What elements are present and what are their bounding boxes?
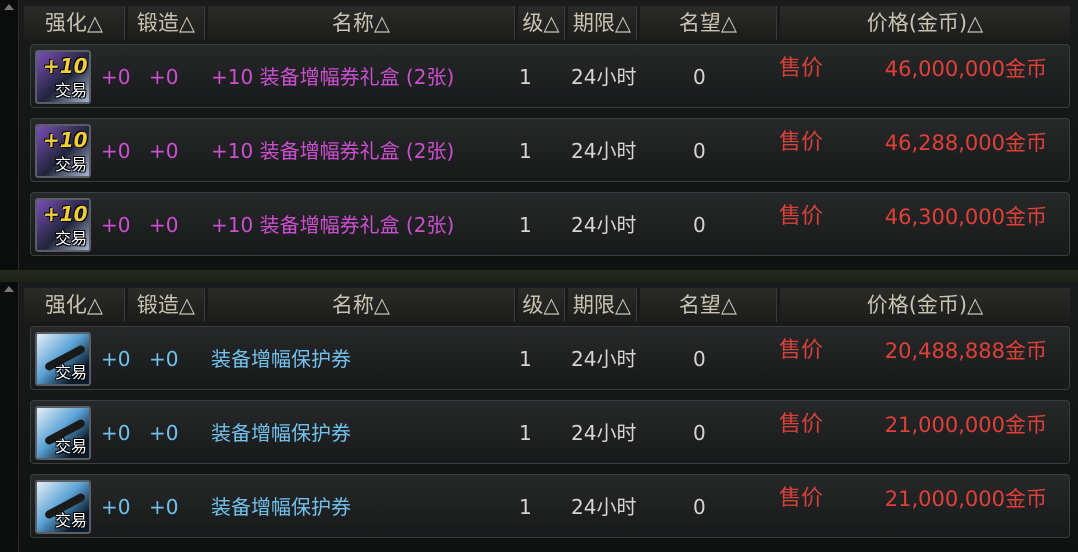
header-enhance[interactable]: 强化△ xyxy=(24,6,125,40)
item-row[interactable]: +10 交易 +0 +0 +10 装备增幅券礼盒 (2张) 1 24小时 0 售价 46,300,… xyxy=(30,192,1070,256)
protect-ticket-icon[interactable]: 交易 xyxy=(35,480,91,534)
price-value: 21,000,000金币 xyxy=(884,487,1047,511)
scrollbar[interactable] xyxy=(0,282,19,552)
header-level[interactable]: 级△ xyxy=(518,288,565,322)
header-level[interactable]: 级△ xyxy=(518,6,565,40)
auction-list-panel-2: 强化△ 锻造△ 名称△ 级△ 期限△ 名望△ 价格(金币)△ 交易 +0 +0 装备增… xyxy=(0,282,1078,552)
price-label: 售价 xyxy=(779,204,824,229)
auction-list-panel-1: 强化△ 锻造△ 名称△ 级△ 期限△ 名望△ 价格(金币)△ +10 交易 +0 +0… xyxy=(0,0,1078,270)
protect-ticket-icon[interactable]: 交易 xyxy=(35,332,91,386)
column-header: 强化△ 锻造△ 名称△ 级△ 期限△ 名望△ 价格(金币)△ xyxy=(24,288,1070,322)
fame-value: 0 xyxy=(693,139,706,163)
trade-label: 交易 xyxy=(54,229,87,248)
fame-value: 0 xyxy=(693,495,706,519)
trade-label: 交易 xyxy=(54,511,87,530)
plus-ten-badge: +10 xyxy=(43,54,88,78)
price-value: 21,000,000金币 xyxy=(884,413,1047,437)
price-label: 售价 xyxy=(779,130,824,155)
item-name: 装备增幅保护券 xyxy=(211,495,351,519)
scroll-up-icon[interactable] xyxy=(4,286,14,292)
header-fame[interactable]: 名望△ xyxy=(640,6,777,40)
fame-value: 0 xyxy=(693,213,706,237)
period-value: 24小时 xyxy=(571,139,637,163)
protect-ticket-icon[interactable]: 交易 xyxy=(35,406,91,460)
forge-value: +0 xyxy=(149,139,179,163)
period-value: 24小时 xyxy=(571,495,637,519)
price-value: 46,300,000金币 xyxy=(884,205,1047,229)
enhance-value: +0 xyxy=(101,421,131,445)
scroll-up-icon[interactable] xyxy=(4,4,14,10)
item-row[interactable]: 交易 +0 +0 装备增幅保护券 1 24小时 0 售价 20,488,888金币 xyxy=(30,326,1070,390)
header-price[interactable]: 价格(金币)△ xyxy=(780,6,1070,40)
scrollbar[interactable] xyxy=(0,0,19,270)
trade-label: 交易 xyxy=(54,81,87,100)
plus-ten-badge: +10 xyxy=(43,202,88,226)
trade-label: 交易 xyxy=(54,155,87,174)
forge-value: +0 xyxy=(149,65,179,89)
increase-ticket-icon[interactable]: +10 交易 xyxy=(35,50,91,104)
price-value: 46,288,000金币 xyxy=(884,131,1047,155)
item-name: 装备增幅保护券 xyxy=(211,347,351,371)
enhance-value: +0 xyxy=(101,213,131,237)
increase-ticket-icon[interactable]: +10 交易 xyxy=(35,198,91,252)
item-name: +10 装备增幅券礼盒 (2张) xyxy=(211,65,455,89)
forge-value: +0 xyxy=(149,421,179,445)
fame-value: 0 xyxy=(693,65,706,89)
enhance-value: +0 xyxy=(101,65,131,89)
header-period[interactable]: 期限△ xyxy=(568,6,637,40)
item-row[interactable]: +10 交易 +0 +0 +10 装备增幅券礼盒 (2张) 1 24小时 0 售价 46,000,… xyxy=(30,44,1070,108)
period-value: 24小时 xyxy=(571,347,637,371)
header-name[interactable]: 名称△ xyxy=(208,288,515,322)
forge-value: +0 xyxy=(149,213,179,237)
header-enhance[interactable]: 强化△ xyxy=(24,288,125,322)
trade-label: 交易 xyxy=(54,437,87,456)
enhance-value: +0 xyxy=(101,347,131,371)
item-row[interactable]: +10 交易 +0 +0 +10 装备增幅券礼盒 (2张) 1 24小时 0 售价 46,288,… xyxy=(30,118,1070,182)
item-name: +10 装备增幅券礼盒 (2张) xyxy=(211,213,455,237)
price-label: 售价 xyxy=(779,486,824,511)
header-forge[interactable]: 锻造△ xyxy=(128,6,205,40)
price-label: 售价 xyxy=(779,412,824,437)
price-value: 46,000,000金币 xyxy=(884,57,1047,81)
price-label: 售价 xyxy=(779,338,824,363)
item-name: 装备增幅保护券 xyxy=(211,421,351,445)
price-label: 售价 xyxy=(779,56,824,81)
increase-ticket-icon[interactable]: +10 交易 xyxy=(35,124,91,178)
period-value: 24小时 xyxy=(571,421,637,445)
forge-value: +0 xyxy=(149,347,179,371)
item-name: +10 装备增幅券礼盒 (2张) xyxy=(211,139,455,163)
price-value: 20,488,888金币 xyxy=(884,339,1047,363)
header-name[interactable]: 名称△ xyxy=(208,6,515,40)
header-price[interactable]: 价格(金币)△ xyxy=(780,288,1070,322)
header-forge[interactable]: 锻造△ xyxy=(128,288,205,322)
period-value: 24小时 xyxy=(571,213,637,237)
period-value: 24小时 xyxy=(571,65,637,89)
item-row[interactable]: 交易 +0 +0 装备增幅保护券 1 24小时 0 售价 21,000,000金币 xyxy=(30,400,1070,464)
level-value: 1 xyxy=(519,213,532,237)
fame-value: 0 xyxy=(693,421,706,445)
enhance-value: +0 xyxy=(101,495,131,519)
plus-ten-badge: +10 xyxy=(43,128,88,152)
level-value: 1 xyxy=(519,495,532,519)
header-fame[interactable]: 名望△ xyxy=(640,288,777,322)
header-period[interactable]: 期限△ xyxy=(568,288,637,322)
enhance-value: +0 xyxy=(101,139,131,163)
fame-value: 0 xyxy=(693,347,706,371)
level-value: 1 xyxy=(519,139,532,163)
trade-label: 交易 xyxy=(54,363,87,382)
item-row[interactable]: 交易 +0 +0 装备增幅保护券 1 24小时 0 售价 21,000,000金币 xyxy=(30,474,1070,538)
level-value: 1 xyxy=(519,421,532,445)
column-header: 强化△ 锻造△ 名称△ 级△ 期限△ 名望△ 价格(金币)△ xyxy=(24,6,1070,40)
level-value: 1 xyxy=(519,65,532,89)
level-value: 1 xyxy=(519,347,532,371)
forge-value: +0 xyxy=(149,495,179,519)
